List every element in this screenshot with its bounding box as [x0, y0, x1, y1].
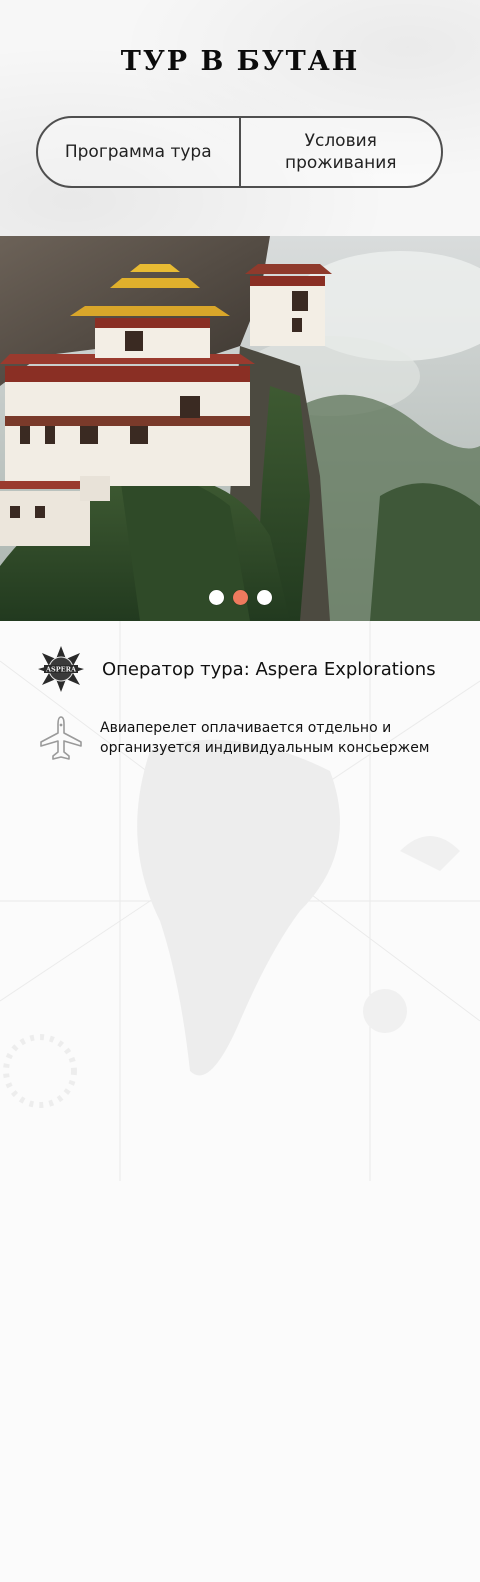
airplane-icon	[36, 713, 86, 763]
carousel-slide-image	[0, 236, 480, 621]
carousel-dot-1[interactable]	[208, 590, 224, 605]
aspera-logo-graphic: ASPERA	[38, 646, 84, 692]
carousel-dot-2[interactable]	[232, 590, 248, 605]
tour-operator-row: ASPERA Оператор тура: Aspera Exploration…	[36, 643, 456, 695]
photo-carousel[interactable]	[0, 236, 480, 621]
tab-accommodation-label: Условия проживания	[285, 131, 397, 173]
tour-operator-text: Оператор тура: Aspera Explorations	[102, 658, 436, 680]
tab-accommodation[interactable]: Условия проживания	[238, 118, 442, 186]
tab-tour-program[interactable]: Программа тура	[38, 118, 239, 186]
background-map-illustration	[0, 621, 480, 1181]
flight-info-row: Авиаперелет оплачивается отдельно и орга…	[36, 712, 456, 764]
page-title: ТУР В БУТАН	[120, 46, 360, 77]
hero-header: ТУР В БУТАН Программа тура Условия прожи…	[0, 0, 480, 237]
tour-tabs: Программа тура Условия проживания	[36, 116, 443, 188]
svg-text:ASPERA: ASPERA	[45, 666, 77, 674]
flight-info-text: Авиаперелет оплачивается отдельно и орга…	[100, 720, 430, 756]
airplane-graphic	[40, 716, 82, 760]
carousel-dot-3[interactable]	[256, 590, 272, 605]
tab-tour-program-label: Программа тура	[64, 142, 212, 162]
carousel-pagination	[0, 590, 480, 606]
aspera-logo-icon: ASPERA	[36, 644, 86, 694]
